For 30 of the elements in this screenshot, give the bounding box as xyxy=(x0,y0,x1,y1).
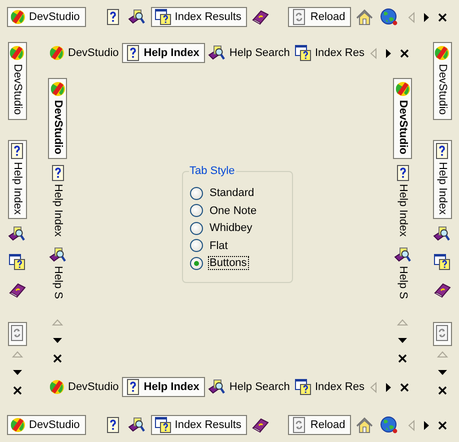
tab[interactable]: Index Results xyxy=(150,415,248,435)
tab[interactable]: Index Results xyxy=(150,7,248,27)
tab[interactable]: DevStudio xyxy=(7,7,86,27)
tab[interactable]: DevStudio xyxy=(8,42,26,120)
tab[interactable]: Help S xyxy=(393,243,412,304)
tab[interactable]: Help Index xyxy=(8,140,26,220)
tab[interactable]: DevStudio xyxy=(432,42,452,120)
tab[interactable]: DevStudio xyxy=(48,78,67,160)
tab[interactable]: Help Index xyxy=(48,161,67,241)
tab[interactable]: DevStudio xyxy=(48,43,120,63)
tab[interactable]: Help S xyxy=(48,243,67,304)
tab[interactable]: DevStudio xyxy=(48,377,120,397)
tab[interactable]: Index Res xyxy=(292,43,366,63)
radio-option[interactable]: Flat xyxy=(190,238,292,252)
tab[interactable]: Help Index xyxy=(393,161,412,241)
radio-option[interactable]: Whidbey xyxy=(190,221,292,235)
tab[interactable]: Help Index xyxy=(122,43,206,63)
tab[interactable]: DevStudio xyxy=(393,78,412,160)
tab[interactable]: Reload xyxy=(288,415,352,435)
radio-option[interactable]: Buttons xyxy=(190,256,292,270)
tab[interactable]: Reload xyxy=(288,7,352,27)
tab[interactable]: Help Search xyxy=(207,43,291,63)
tab[interactable]: DevStudio xyxy=(7,415,86,435)
radio-option[interactable]: One Note xyxy=(190,204,292,218)
radio-option[interactable]: Standard xyxy=(190,186,292,200)
tab[interactable]: Help Search xyxy=(207,377,291,397)
group-title: Tab Style xyxy=(188,165,236,178)
tab[interactable]: Index Res xyxy=(292,377,366,397)
tab[interactable]: Help Index xyxy=(122,377,206,397)
tab[interactable]: Help Index xyxy=(432,140,452,220)
